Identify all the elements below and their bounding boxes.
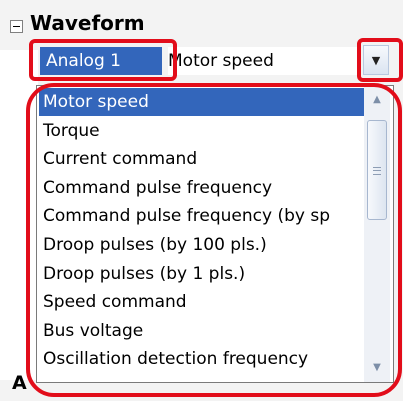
collapse-minus-icon[interactable] [10, 20, 23, 33]
next-section-title: A [12, 372, 27, 394]
highlight-channel [29, 39, 177, 81]
waveform-select-value[interactable]: Motor speed [168, 47, 358, 75]
section-title: Waveform [30, 11, 145, 35]
highlight-dropdown-button [357, 38, 403, 82]
highlight-dropdown-list [26, 83, 402, 397]
